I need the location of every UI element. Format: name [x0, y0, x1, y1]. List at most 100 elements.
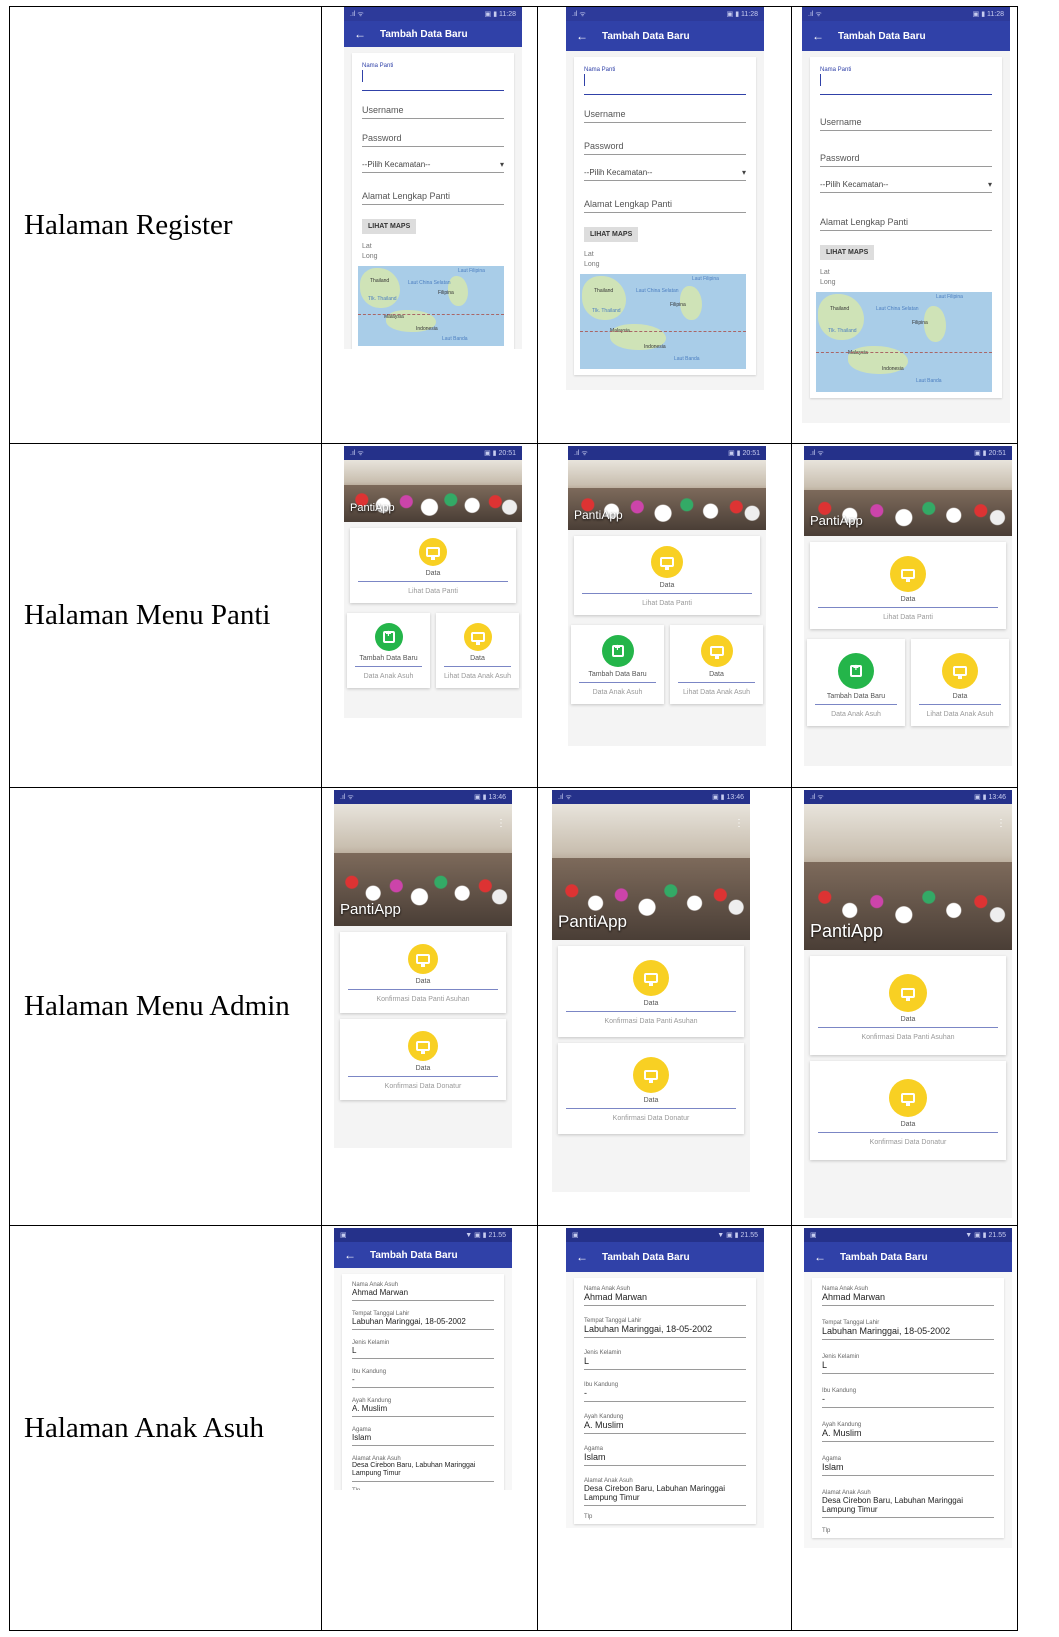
back-arrow-icon[interactable]: ←	[344, 1248, 356, 1262]
menu-card-lihat-anak-asuh[interactable]: Data Lihat Data Anak Asuh	[436, 613, 519, 688]
nama-anak-field[interactable]: Nama Anak Asuh Ahmad Marwan	[584, 1282, 746, 1306]
add-icon	[850, 663, 862, 677]
back-arrow-icon[interactable]: ←	[354, 27, 366, 41]
monitor-icon	[644, 973, 658, 986]
menu-card-konfirmasi-panti[interactable]: Data Konfirmasi Data Panti Asuhan	[558, 946, 744, 1037]
kecamatan-select[interactable]: --Pilih Kecamatan-- ▾	[362, 157, 504, 173]
username-field[interactable]: Username	[362, 101, 504, 119]
ttl-field[interactable]: Tempat Tanggal Lahir Labuhan Maringgai, 1…	[352, 1307, 494, 1330]
menu-card-lihat-anak-asuh[interactable]: Data Lihat Data Anak Asuh	[670, 625, 763, 704]
password-field[interactable]: Password	[584, 137, 746, 155]
nama-anak-field[interactable]: Nama Anak Asuh Ahmad Marwan	[822, 1282, 994, 1306]
map-view[interactable]: Thailand Laut China Selatan Filipina Lau…	[580, 274, 746, 369]
alamat-field[interactable]: Alamat Lengkap Panti	[820, 213, 992, 231]
menu-card-konfirmasi-donatur[interactable]: Data Konfirmasi Data Donatur	[810, 1061, 1006, 1160]
tlp-field[interactable]: Tlp	[352, 1488, 494, 1490]
dropdown-arrow-icon: ▾	[499, 160, 504, 169]
monitor-icon	[416, 1041, 430, 1054]
nama-panti-field[interactable]: Nama Panti	[820, 63, 992, 95]
map-view[interactable]: Thailand Laut China Selatan Filipina Lau…	[358, 266, 504, 346]
tlp-field[interactable]: Tlp	[822, 1528, 994, 1534]
ayah-kandung-field[interactable]: Ayah Kandung A. Muslim	[822, 1418, 994, 1442]
lihat-maps-button[interactable]: LIHAT MAPS	[820, 245, 875, 260]
overflow-menu-icon[interactable]: ⋮	[496, 818, 506, 829]
status-bar: .ıl ᯤ ▣ ▮ 11:28	[344, 7, 522, 21]
monitor-icon	[416, 954, 430, 967]
nama-anak-field[interactable]: Nama Anak Asuh Ahmad Marwan	[352, 1278, 494, 1301]
screenshot-table: Halaman Register .ıl ᯤ ▣ ▮ 11:28 ← Tambah …	[9, 6, 1018, 1631]
row-label-anak-asuh: Halaman Anak Asuh	[9, 1225, 322, 1631]
add-icon	[382, 629, 395, 643]
monitor-icon	[426, 547, 440, 560]
menu-card-tambah-anak-asuh[interactable]: Tambah Data Baru Data Anak Asuh	[347, 613, 430, 688]
agama-field[interactable]: Agama Islam	[584, 1442, 746, 1466]
hero-photo: PantiApp	[344, 460, 522, 522]
username-field[interactable]: Username	[584, 105, 746, 123]
nama-panti-field[interactable]: Nama Panti	[584, 63, 746, 95]
jenis-kelamin-field[interactable]: Jenis Kelamin L	[352, 1336, 494, 1359]
alamat-field[interactable]: Alamat Lengkap Panti	[584, 195, 746, 213]
row-label-menu-panti: Halaman Menu Panti	[9, 443, 322, 788]
ttl-field[interactable]: Tempat Tanggal Lahir Labuhan Maringgai, 1…	[822, 1316, 994, 1340]
menu-card-tambah-anak-asuh[interactable]: Tambah Data Baru Data Anak Asuh	[571, 625, 664, 704]
menu-card-konfirmasi-donatur[interactable]: Data Konfirmasi Data Donatur	[558, 1043, 744, 1134]
hero-photo: ⋮ PantiApp	[804, 804, 1012, 950]
menu-card-konfirmasi-donatur[interactable]: Data Konfirmasi Data Donatur	[340, 1019, 506, 1100]
back-arrow-icon[interactable]: ←	[576, 1250, 588, 1264]
anak-asuh-screen-large: ▣ ▼ ▣ ▮ 21.55 ← Tambah Data Baru Nama Anak…	[791, 1225, 1018, 1631]
back-arrow-icon[interactable]: ←	[814, 1250, 826, 1264]
menu-card-konfirmasi-panti[interactable]: Data Konfirmasi Data Panti Asuhan	[810, 956, 1006, 1055]
ibu-kandung-field[interactable]: Ibu Kandung -	[822, 1384, 994, 1408]
hero-photo: PantiApp	[568, 460, 766, 530]
menu-card-tambah-anak-asuh[interactable]: Tambah Data Baru Data Anak Asuh	[807, 639, 905, 726]
ayah-kandung-field[interactable]: Ayah Kandung A. Muslim	[584, 1410, 746, 1434]
kecamatan-select[interactable]: --Pilih Kecamatan-- ▾	[584, 165, 746, 181]
menu-panti-screen-medium: .ıl ᯤ ▣ ▮ 20:51 PantiApp Data Lihat Data …	[537, 443, 792, 788]
agama-field[interactable]: Agama Islam	[822, 1452, 994, 1476]
overflow-menu-icon[interactable]: ⋮	[734, 818, 744, 829]
back-arrow-icon[interactable]: ←	[812, 29, 824, 43]
menu-card-lihat-data-panti[interactable]: Data Lihat Data Panti	[574, 536, 760, 615]
nama-panti-field[interactable]: Nama Panti	[362, 59, 504, 91]
alamat-field[interactable]: Alamat Lengkap Panti	[362, 187, 504, 205]
ttl-field[interactable]: Tempat Tanggal Lahir Labuhan Maringgai, 1…	[584, 1314, 746, 1338]
map-view[interactable]: Thailand Laut China Selatan Filipina Lau…	[816, 292, 992, 392]
jenis-kelamin-field[interactable]: Jenis Kelamin L	[822, 1350, 994, 1374]
menu-card-lihat-data-panti[interactable]: Data Lihat Data Panti	[350, 528, 516, 603]
ayah-kandung-field[interactable]: Ayah Kandung A. Muslim	[352, 1394, 494, 1417]
lihat-maps-button[interactable]: LIHAT MAPS	[362, 219, 417, 234]
monitor-icon	[901, 988, 915, 1001]
hero-photo: ⋮ PantiApp	[552, 804, 750, 940]
anak-asuh-screen-small: ▣ ▼ ▣ ▮ 21.55 ← Tambah Data Baru Nama Anak…	[321, 1225, 538, 1631]
agama-field[interactable]: Agama Islam	[352, 1423, 494, 1446]
register-screen-medium: .ıl ᯤ ▣ ▮ 11:28 ← Tambah Data Baru Nama Pa…	[537, 6, 792, 444]
ibu-kandung-field[interactable]: Ibu Kandung -	[352, 1365, 494, 1388]
hero-photo: PantiApp	[804, 460, 1012, 536]
monitor-icon	[470, 632, 485, 645]
menu-card-lihat-data-panti[interactable]: Data Lihat Data Panti	[810, 542, 1006, 629]
alamat-anak-field[interactable]: Alamat Anak Asuh Desa Cirebon Baru, Labuh…	[584, 1474, 746, 1506]
lihat-maps-button[interactable]: LIHAT MAPS	[584, 227, 639, 242]
add-icon	[611, 643, 624, 657]
back-arrow-icon[interactable]: ←	[576, 29, 588, 43]
jenis-kelamin-field[interactable]: Jenis Kelamin L	[584, 1346, 746, 1370]
password-field[interactable]: Password	[820, 149, 992, 167]
username-field[interactable]: Username	[820, 113, 992, 131]
alamat-anak-field[interactable]: Alamat Anak Asuh Desa Cirebon Baru, Labuh…	[822, 1486, 994, 1518]
row-label-menu-admin: Halaman Menu Admin	[9, 787, 322, 1226]
hero-photo: ⋮ PantiApp	[334, 804, 512, 926]
kecamatan-select[interactable]: --Pilih Kecamatan-- ▾	[820, 177, 992, 193]
anak-asuh-screen-medium: ▣ ▼ ▣ ▮ 21.55 ← Tambah Data Baru Nama Anak…	[537, 1225, 792, 1631]
app-bar: ← Tambah Data Baru	[344, 21, 522, 47]
ibu-kandung-field[interactable]: Ibu Kandung -	[584, 1378, 746, 1402]
monitor-icon	[901, 1093, 915, 1106]
overflow-menu-icon[interactable]: ⋮	[996, 818, 1006, 829]
register-screen-small: .ıl ᯤ ▣ ▮ 11:28 ← Tambah Data Baru Nama Pa…	[321, 6, 538, 444]
password-field[interactable]: Password	[362, 129, 504, 147]
menu-panti-screen-large: .ıl ᯤ ▣ ▮ 20:51 PantiApp Data Lihat Data …	[791, 443, 1018, 788]
tlp-field[interactable]: Tlp	[584, 1514, 746, 1520]
menu-card-lihat-anak-asuh[interactable]: Data Lihat Data Anak Asuh	[911, 639, 1009, 726]
dropdown-arrow-icon: ▾	[987, 180, 992, 189]
alamat-anak-field[interactable]: Alamat Anak Asuh Desa Cirebon Baru, Labuh…	[352, 1452, 494, 1482]
menu-card-konfirmasi-panti[interactable]: Data Konfirmasi Data Panti Asuhan	[340, 932, 506, 1013]
